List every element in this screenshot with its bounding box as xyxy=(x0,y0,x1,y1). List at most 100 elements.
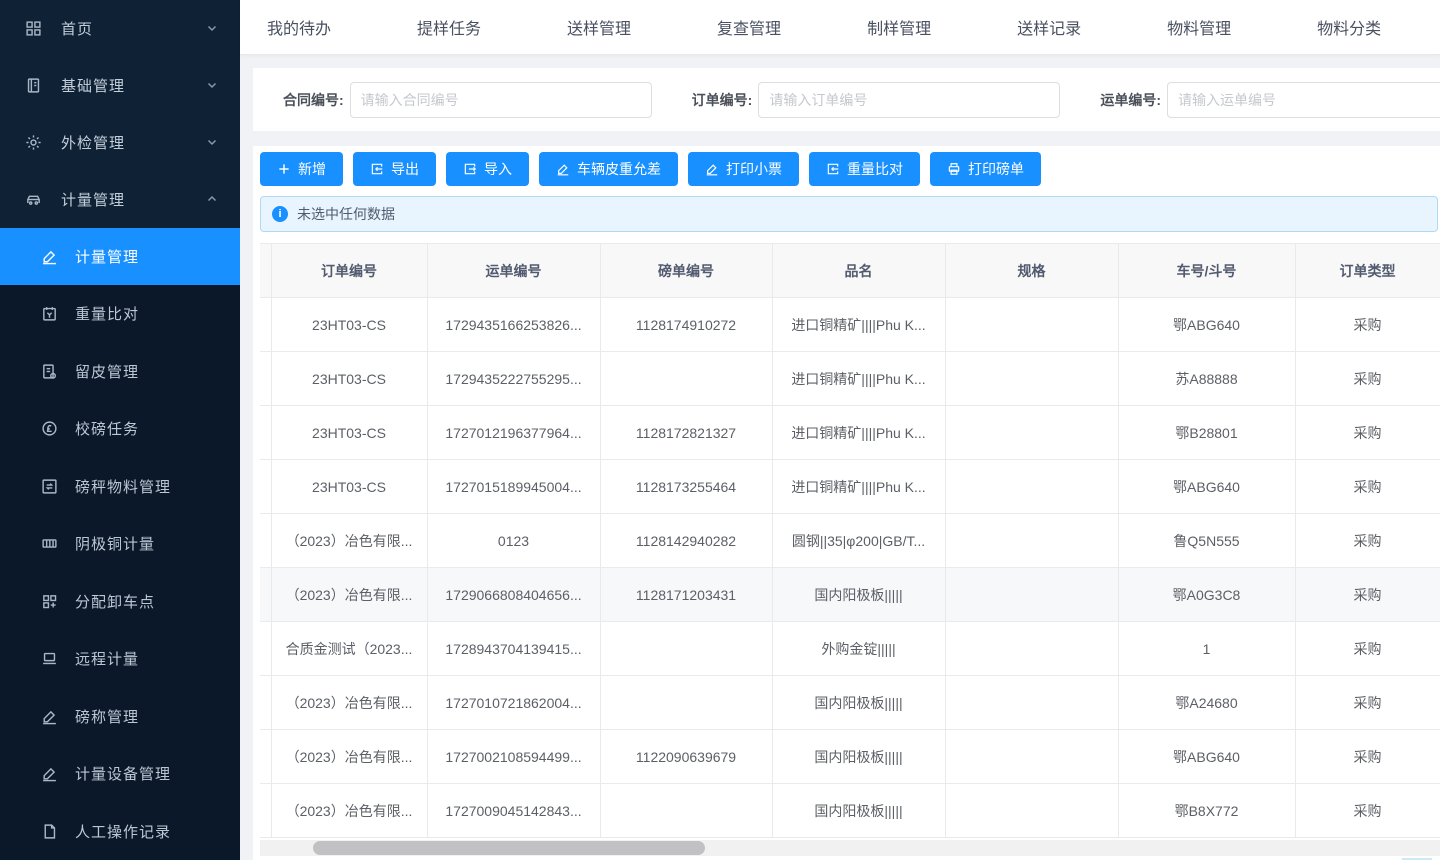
pen-icon xyxy=(556,162,570,176)
sidebar-item-tare-management[interactable]: 留皮管理 xyxy=(0,343,240,401)
pen-icon xyxy=(40,765,58,783)
sidebar-item-remote-measure[interactable]: 远程计量 xyxy=(0,630,240,688)
cell-order-no: （2023）冶色有限... xyxy=(271,730,427,784)
sidebar-item-assign-unload-point[interactable]: 分配卸车点 xyxy=(0,573,240,631)
sidebar-item-measurement-management[interactable]: 计量管理 xyxy=(0,171,240,228)
cell-product: 国内阳极板||||| xyxy=(772,784,945,838)
cell-order-no: （2023）冶色有限... xyxy=(271,514,427,568)
printer-icon xyxy=(947,162,961,176)
column-header: 车号/斗号 xyxy=(1118,244,1295,298)
cell-product: 国内阳极板||||| xyxy=(772,568,945,622)
button-label: 打印小票 xyxy=(726,159,782,179)
laptop-icon xyxy=(40,650,58,668)
button-label: 打印磅单 xyxy=(968,159,1024,179)
table-row[interactable]: （2023）冶色有限... 0123 1128142940282 圆钢||35|… xyxy=(260,514,1440,568)
tab-delivery-record[interactable]: 送样记录 xyxy=(1017,15,1081,39)
cell-vehicle-no: 鄂ABG640 xyxy=(1118,730,1295,784)
cell-weighbill-no: 1122090639679 xyxy=(600,730,772,784)
column-header: 规格 xyxy=(945,244,1118,298)
table-row[interactable]: 23HT03-CS 1729435222755295... 进口铜精矿||||P… xyxy=(260,352,1440,406)
sidebar-item-manual-operation-record[interactable]: 人工操作记录 xyxy=(0,803,240,860)
cell-order-no: （2023）冶色有限... xyxy=(271,568,427,622)
table-row[interactable]: 23HT03-CS 1727012196377964... 1128172821… xyxy=(260,406,1440,460)
cell-vehicle-no: 鄂B28801 xyxy=(1118,406,1295,460)
table-row[interactable]: （2023）冶色有限... 1727002108594499... 112209… xyxy=(260,730,1440,784)
chevron-up-icon xyxy=(206,193,218,205)
pound-circle-icon xyxy=(40,420,58,438)
plus-icon xyxy=(277,162,291,176)
button-label: 重量比对 xyxy=(847,159,903,179)
cell-spec xyxy=(945,784,1118,838)
main-area: 我的待办 提样任务 送样管理 复查管理 制样管理 送样记录 物料管理 物料分类 … xyxy=(240,0,1440,860)
tab-my-todo[interactable]: 我的待办 xyxy=(267,15,331,39)
scrollbar-thumb[interactable] xyxy=(313,841,705,855)
print-receipt-button[interactable]: 打印小票 xyxy=(688,152,799,186)
cell-spec xyxy=(945,406,1118,460)
button-label: 导入 xyxy=(484,159,512,179)
cell-waybill-no: 1729066808404656... xyxy=(427,568,600,622)
cell-waybill-no: 1727012196377964... xyxy=(427,406,600,460)
file-icon xyxy=(40,822,58,840)
cell-vehicle-no: 鄂ABG640 xyxy=(1118,298,1295,352)
cell-spec xyxy=(945,514,1118,568)
table-row[interactable]: （2023）冶色有限... 1727010721862004... 国内阳极板|… xyxy=(260,676,1440,730)
cell-order-type: 采购 xyxy=(1295,460,1440,514)
cell-product: 进口铜精矿||||Phu K... xyxy=(772,406,945,460)
cell-order-no: 23HT03-CS xyxy=(271,460,427,514)
sidebar-item-scale-calibration-task[interactable]: 校磅任务 xyxy=(0,400,240,458)
waybill-no-field[interactable] xyxy=(1167,82,1440,118)
print-weighbridge-button[interactable]: 打印磅单 xyxy=(930,152,1041,186)
sidebar-item-label: 磅秤物料管理 xyxy=(75,476,171,497)
table-row[interactable]: （2023）冶色有限... 1727009045142843... 国内阳极板|… xyxy=(260,784,1440,838)
pen-icon xyxy=(40,247,58,265)
notebook-icon xyxy=(24,76,42,94)
table-row[interactable]: 23HT03-CS 1729435166253826... 1128174910… xyxy=(260,298,1440,352)
sidebar-item-label: 首页 xyxy=(61,18,93,39)
contract-no-field[interactable] xyxy=(350,82,652,118)
table-row[interactable]: 合质金测试（2023... 1728943704139415... 外购金锭||… xyxy=(260,622,1440,676)
grid-icon xyxy=(24,19,42,37)
horizontal-scrollbar[interactable] xyxy=(260,840,1440,856)
tab-material-category[interactable]: 物料分类 xyxy=(1317,15,1381,39)
tab-sample-making[interactable]: 制样管理 xyxy=(867,15,931,39)
sidebar-item-label: 计量管理 xyxy=(61,189,125,210)
table-header-row: 订单编号 运单编号 磅单编号 品名 规格 车号/斗号 订单类型 xyxy=(260,244,1440,298)
sidebar-item-external-inspection[interactable]: 外检管理 xyxy=(0,114,240,171)
sidebar-item-measure-device-management[interactable]: 计量设备管理 xyxy=(0,745,240,803)
cell-waybill-no: 0123 xyxy=(427,514,600,568)
cell-spec xyxy=(945,568,1118,622)
table-row[interactable]: 23HT03-CS 1727015189945004... 1128173255… xyxy=(260,460,1440,514)
tab-recheck-management[interactable]: 复查管理 xyxy=(717,15,781,39)
sidebar-item-cathode-copper-measure[interactable]: 阴极铜计量 xyxy=(0,515,240,573)
tab-material-management[interactable]: 物料管理 xyxy=(1167,15,1231,39)
chevron-down-icon xyxy=(206,79,218,91)
cell-weighbill-no: 1128172821327 xyxy=(600,406,772,460)
layout-plus-icon xyxy=(40,592,58,610)
sidebar-item-measure-management[interactable]: 计量管理 xyxy=(0,228,240,286)
import-button[interactable]: 导入 xyxy=(446,152,529,186)
table-row[interactable]: （2023）冶色有限... 1729066808404656... 112817… xyxy=(260,568,1440,622)
order-no-label: 订单编号: xyxy=(692,90,753,110)
chevron-down-icon xyxy=(206,136,218,148)
weight-compare-button[interactable]: 重量比对 xyxy=(809,152,920,186)
sidebar-item-scale-management[interactable]: 磅称管理 xyxy=(0,688,240,746)
vehicle-tare-tolerance-button[interactable]: 车辆皮重允差 xyxy=(539,152,678,186)
cell-waybill-no: 1729435166253826... xyxy=(427,298,600,352)
cell-waybill-no: 1727010721862004... xyxy=(427,676,600,730)
sidebar-item-basic-management[interactable]: 基础管理 xyxy=(0,57,240,114)
stub-header-cell xyxy=(260,244,271,298)
sync-square-icon xyxy=(40,477,58,495)
order-no-field[interactable] xyxy=(758,82,1060,118)
tab-sampling-task[interactable]: 提样任务 xyxy=(417,15,481,39)
sidebar-item-scale-material-management[interactable]: 磅秤物料管理 xyxy=(0,458,240,516)
add-button[interactable]: 新增 xyxy=(260,152,343,186)
cell-waybill-no: 1727015189945004... xyxy=(427,460,600,514)
export-button[interactable]: 导出 xyxy=(353,152,436,186)
content-panel: 新增 导出 导入 车辆皮重允差 打印小票 xyxy=(253,146,1440,860)
sidebar-item-home[interactable]: 首页 xyxy=(0,0,240,57)
cell-weighbill-no: 1128174910272 xyxy=(600,298,772,352)
column-header: 订单类型 xyxy=(1295,244,1440,298)
tab-sample-delivery[interactable]: 送样管理 xyxy=(567,15,631,39)
sidebar-item-weight-compare[interactable]: 重量比对 xyxy=(0,285,240,343)
cell-waybill-no: 1727009045142843... xyxy=(427,784,600,838)
